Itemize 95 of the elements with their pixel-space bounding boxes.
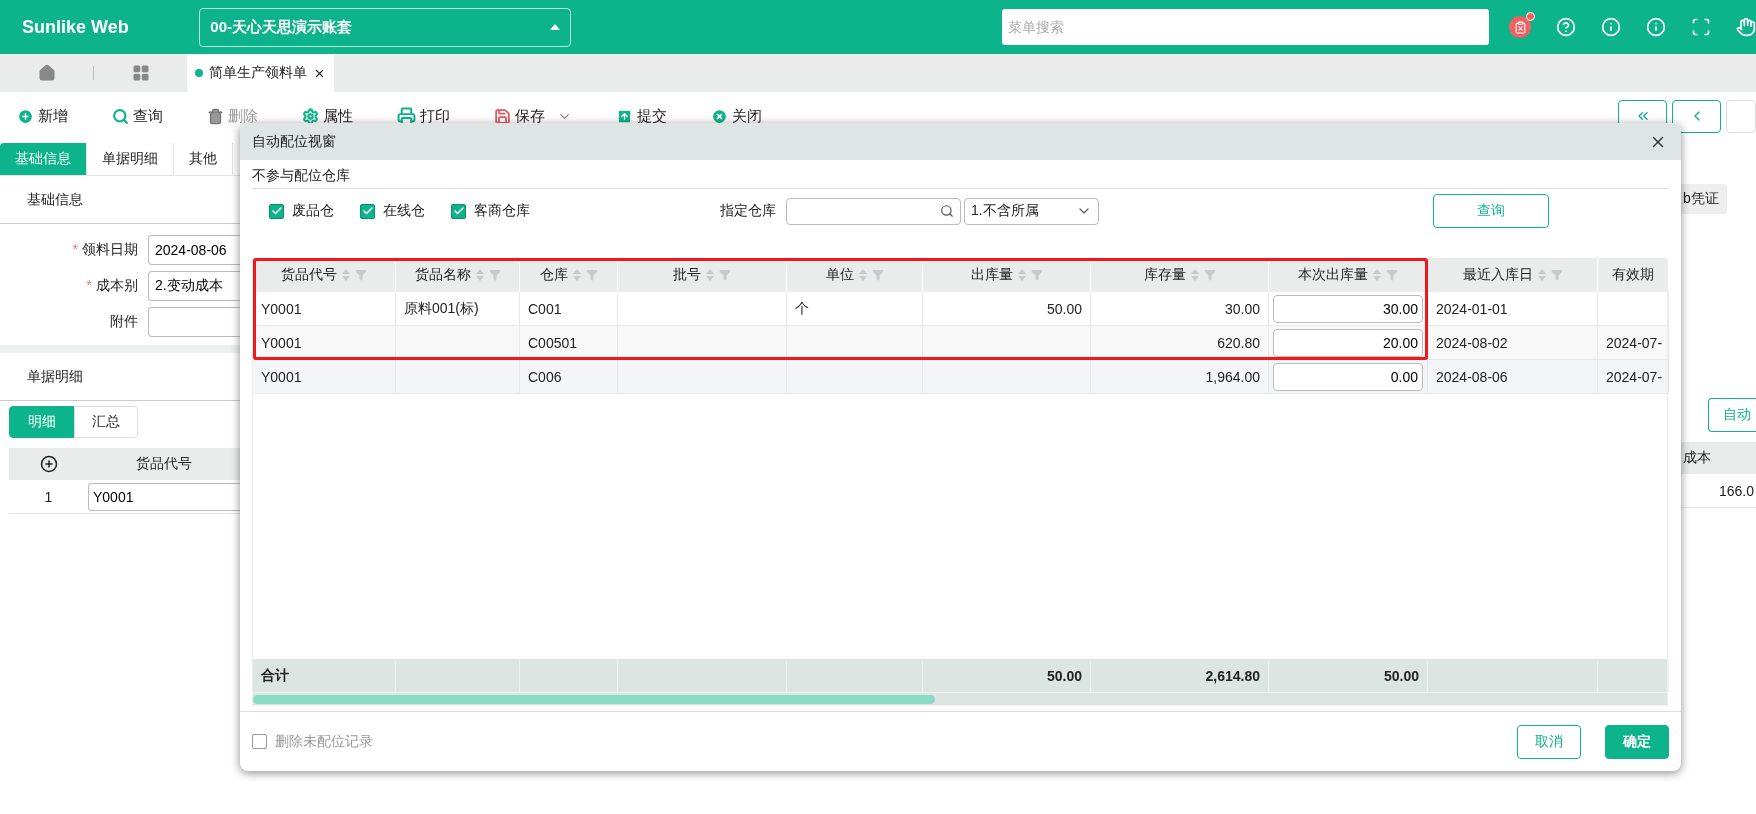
checkbox[interactable] [269, 203, 284, 219]
table-cell: C006 [520, 360, 618, 394]
sort-icon[interactable] [571, 268, 582, 282]
table-cell: 2024-07- [1598, 360, 1669, 394]
checkbox-label: 在线仓 [383, 202, 425, 220]
column-header[interactable]: 批号 [673, 266, 701, 284]
sort-icon[interactable] [1536, 268, 1547, 282]
home-icon[interactable] [37, 64, 56, 82]
warehouse-field[interactable] [786, 197, 961, 225]
gear-icon [302, 107, 319, 125]
filter-icon[interactable] [1030, 269, 1043, 281]
page-tab[interactable]: 简单生产领料单 [187, 54, 334, 92]
sort-icon[interactable] [341, 268, 351, 282]
section-title: 单据明细 [27, 367, 83, 386]
info-icon[interactable] [1601, 17, 1621, 37]
status-dot [195, 69, 203, 77]
nav-button[interactable] [1726, 99, 1756, 133]
field-label: 附件 [109, 313, 139, 331]
info-icon[interactable] [1646, 17, 1666, 37]
upload-icon [616, 107, 633, 125]
column-header[interactable]: 本次出库量 [1298, 266, 1368, 284]
quantity-field[interactable]: 30.00 [1273, 294, 1423, 323]
column-header[interactable]: 最近入库日 [1462, 266, 1533, 284]
filter-icon[interactable] [871, 269, 884, 281]
toolbar-button[interactable]: 保存 [494, 106, 572, 126]
sort-icon[interactable] [474, 268, 485, 282]
previous-button[interactable] [1672, 99, 1721, 133]
hand-icon[interactable] [1736, 17, 1756, 37]
filter-icon[interactable] [1203, 269, 1216, 281]
view-toggle[interactable]: 汇总 [74, 406, 138, 438]
sort-icon[interactable] [1372, 268, 1382, 282]
row-number: 1 [43, 488, 54, 505]
table-cell: 2024-08-06 [1428, 360, 1598, 394]
column-header[interactable]: 有效期 [1612, 266, 1654, 284]
quantity-field[interactable]: 20.00 [1273, 328, 1423, 357]
sort-icon[interactable] [705, 268, 715, 282]
table-cell: 1,964.00 [1091, 360, 1269, 394]
save-icon [494, 107, 511, 125]
logo: Sunlike Web [22, 16, 130, 38]
sort-icon[interactable] [857, 268, 868, 282]
notification-icon[interactable] [1509, 16, 1531, 38]
printer-icon [397, 106, 416, 126]
close-circle-icon [711, 107, 728, 125]
plus-icon [17, 107, 34, 125]
filter-icon[interactable] [355, 269, 367, 281]
column-header[interactable]: 单位 [825, 266, 854, 284]
checkbox-label: 删除未配位记录 [275, 732, 373, 751]
column-header[interactable]: 货品代号 [281, 266, 337, 284]
filter-icon[interactable] [488, 269, 501, 281]
checkbox[interactable] [451, 203, 466, 219]
add-row-icon[interactable] [39, 455, 58, 473]
section-title: 基础信息 [27, 190, 83, 209]
tag: b凭证 [1681, 184, 1727, 214]
toolbar-button[interactable]: 提交 [616, 106, 667, 126]
help-icon[interactable] [1556, 17, 1576, 37]
filter-icon[interactable] [719, 269, 731, 281]
checkbox-label: 废品仓 [292, 202, 334, 220]
filter-icon[interactable] [1386, 269, 1398, 281]
field-label: * 领料日期 [71, 241, 139, 259]
filter-icon[interactable] [585, 269, 598, 281]
notification-dot [1526, 12, 1535, 21]
table-cell: Y0001 [253, 360, 396, 394]
toolbar-button[interactable]: 新增 [17, 106, 68, 126]
sort-icon[interactable] [1016, 268, 1027, 282]
checkbox-label: 客商仓库 [474, 202, 530, 220]
table-cell-field[interactable]: Y0001 [88, 482, 240, 511]
form-field[interactable] [148, 307, 240, 337]
form-field[interactable]: 2.变动成本 [148, 271, 240, 301]
toolbar-button[interactable]: 属性 [302, 106, 353, 126]
caret-icon [549, 24, 560, 30]
search-icon [112, 107, 129, 125]
fullscreen-icon[interactable] [1691, 17, 1711, 37]
column-header: 货品代号 [136, 455, 192, 473]
filter-icon[interactable] [1550, 269, 1563, 281]
grid-icon[interactable] [131, 64, 150, 82]
toolbar-button[interactable]: 查询 [112, 106, 163, 126]
quantity-field[interactable]: 0.00 [1273, 362, 1423, 391]
dialog-title: 自动配位视窗 [252, 132, 336, 151]
sort-icon[interactable] [1189, 268, 1200, 282]
form-field[interactable]: 2024-08-06 [148, 235, 240, 265]
trash-icon [207, 107, 224, 125]
column-header[interactable]: 出库量 [970, 266, 1013, 284]
field-label: * 成本别 [85, 277, 139, 295]
checkbox[interactable] [360, 203, 375, 219]
group-label: 不参与配位仓库 [252, 160, 1669, 189]
column-header[interactable]: 货品名称 [414, 266, 471, 284]
column-header[interactable]: 库存量 [1143, 266, 1186, 284]
search-icon[interactable] [940, 204, 954, 218]
menu-search-field[interactable]: 菜单搜索 [1001, 9, 1489, 45]
field-label: 指定仓库 [720, 202, 776, 220]
scrollbar[interactable] [253, 694, 935, 704]
scope-select[interactable]: 1.不含所属 [964, 197, 1099, 225]
column-header[interactable]: 仓库 [539, 266, 568, 284]
toolbar-button[interactable]: 打印 [397, 106, 450, 126]
column-header: 成本 [1681, 442, 1756, 474]
